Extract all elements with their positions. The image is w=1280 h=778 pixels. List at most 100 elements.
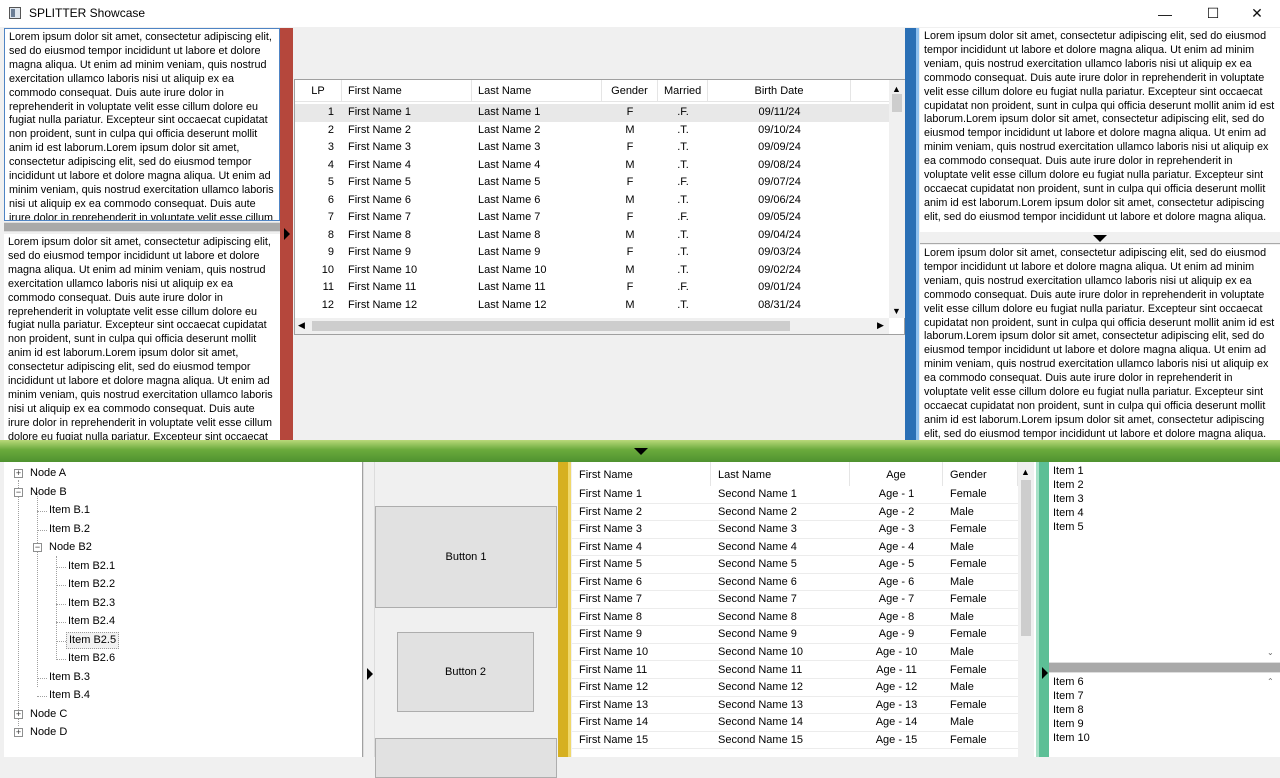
scroll-down-icon[interactable]: ▼ (892, 306, 901, 316)
splitter-yellow-vertical[interactable] (558, 462, 571, 757)
people-grid[interactable]: LP First Name Last Name Gender Married Birth … (294, 79, 905, 335)
table-row[interactable]: First Name 10 Second Name 10 Age - 10 Male (572, 644, 1018, 662)
minimize-button[interactable]: — (1142, 0, 1188, 27)
list-item[interactable]: Item 9 (1053, 718, 1084, 730)
list-item[interactable]: Item 5 (1053, 521, 1084, 533)
list-item[interactable]: Item 2 (1053, 479, 1084, 491)
column-header-first-name[interactable]: First Name (342, 80, 472, 102)
table-row[interactable]: First Name 3 Second Name 3 Age - 3 Female (572, 521, 1018, 539)
tree-node[interactable]: Item B2.1 (66, 558, 117, 575)
button-1[interactable]: Button 1 (375, 506, 557, 608)
splitter-teal-vertical[interactable] (1036, 462, 1049, 757)
scroll-up-icon[interactable]: ▲ (892, 84, 901, 94)
tree-node[interactable]: Item B.3 (47, 669, 92, 686)
tree-node[interactable]: Node B (28, 484, 69, 501)
splitter-blue-vertical[interactable] (905, 28, 919, 440)
list-item[interactable]: Item 8 (1053, 704, 1084, 716)
splitter-left-horizontal[interactable] (4, 222, 280, 232)
tree-node[interactable]: Item B2.3 (66, 595, 117, 612)
table-row[interactable]: 3 First Name 3 Last Name 3 F .T. 09/09/24 (295, 139, 889, 157)
table-row[interactable]: First Name 6 Second Name 6 Age - 6 Male (572, 574, 1018, 592)
table-row[interactable]: 8 First Name 8 Last Name 8 M .T. 09/04/24 (295, 227, 889, 245)
table-row[interactable]: 10 First Name 10 Last Name 10 M .T. 09/02/24 (295, 262, 889, 280)
table-row[interactable]: First Name 8 Second Name 8 Age - 8 Male (572, 609, 1018, 627)
table-row[interactable]: First Name 11 Second Name 11 Age - 11 Femal… (572, 662, 1018, 679)
column-header-birth-date[interactable]: Birth Date (708, 80, 851, 102)
text-pane-right-bottom[interactable]: Lorem ipsum dolor sit amet, consectetur … (920, 245, 1280, 440)
text-pane-left-bottom[interactable]: Lorem ipsum dolor sit amet, consectetur … (4, 234, 280, 440)
scroll-up-icon[interactable]: ⌃ (1267, 677, 1274, 686)
scroll-right-icon[interactable]: ▶ (877, 320, 884, 331)
listbox-bottom[interactable]: ⌃ Item 6 Item 7 Item 8 Item 9 Item 10 (1049, 673, 1280, 757)
list-item[interactable]: Item 7 (1053, 690, 1084, 702)
splitter-list-horizontal[interactable] (1049, 662, 1280, 673)
splitter-right-horizontal[interactable] (920, 232, 1280, 244)
column-header-first-name[interactable]: First Name (572, 462, 711, 486)
text-pane-right-top[interactable]: Lorem ipsum dolor sit amet, consectetur … (920, 28, 1280, 232)
column-header-gender[interactable]: Gender (602, 80, 658, 102)
column-header-last-name[interactable]: Last Name (711, 462, 850, 486)
close-button[interactable]: ✕ (1234, 0, 1280, 27)
tree-node[interactable]: Item B.4 (47, 687, 92, 704)
table-row[interactable]: 9 First Name 9 Last Name 9 F .T. 09/03/24 (295, 244, 889, 262)
table-row[interactable]: First Name 9 Second Name 9 Age - 9 Female (572, 626, 1018, 644)
table-row[interactable]: First Name 13 Second Name 13 Age - 13 Femal… (572, 697, 1018, 715)
listbox-top[interactable]: ⌄ Item 1 Item 2 Item 3 Item 4 Item 5 (1049, 462, 1280, 662)
table-row[interactable]: First Name 12 Second Name 12 Age - 12 Male (572, 679, 1018, 697)
button-3[interactable] (375, 738, 557, 778)
table-row[interactable]: First Name 5 Second Name 5 Age - 5 Female (572, 556, 1018, 574)
table-row[interactable]: 1 First Name 1 Last Name 1 F .F. 09/11/24 (295, 104, 889, 122)
tree-node[interactable]: Item B2.2 (66, 576, 117, 593)
scroll-down-icon[interactable]: ⌄ (1267, 648, 1274, 657)
tree-node[interactable]: Item B2.6 (66, 650, 117, 667)
collapse-icon[interactable]: − (14, 487, 23, 497)
table-row[interactable]: 7 First Name 7 Last Name 7 F .F. 09/05/24 (295, 209, 889, 227)
splitter-tree-vertical[interactable] (363, 462, 375, 757)
scroll-thumb[interactable] (892, 94, 902, 112)
collapse-icon[interactable]: − (33, 543, 42, 552)
scroll-thumb[interactable] (1021, 480, 1031, 636)
splitter-green-horizontal[interactable] (0, 440, 1280, 462)
table-row[interactable]: 11 First Name 11 Last Name 11 F .F. 09/01/24 (295, 279, 889, 297)
maximize-button[interactable]: ☐ (1190, 0, 1236, 27)
ages-grid[interactable]: First Name Last Name Age Gender First Name … (572, 462, 1036, 757)
button-2[interactable]: Button 2 (397, 632, 534, 712)
list-item[interactable]: Item 3 (1053, 493, 1084, 505)
table-row[interactable]: 12 First Name 12 Last Name 12 M .T. 08/31/24 (295, 297, 889, 315)
tree-node[interactable]: Item B2.5 (66, 631, 120, 649)
table-row[interactable]: 5 First Name 5 Last Name 5 F .F. 09/07/24 (295, 174, 889, 192)
list-item[interactable]: Item 1 (1053, 465, 1084, 477)
table-row[interactable]: First Name 4 Second Name 4 Age - 4 Male (572, 539, 1018, 557)
column-header-lp[interactable]: LP (295, 80, 342, 102)
tree-node[interactable]: Item B.1 (47, 502, 92, 519)
people-grid-hscroll[interactable]: ◀ ▶ (295, 318, 889, 334)
list-item[interactable]: Item 4 (1053, 507, 1084, 519)
scroll-left-icon[interactable]: ◀ (298, 320, 305, 331)
scroll-up-icon[interactable]: ▲ (1021, 467, 1030, 477)
people-grid-vscroll[interactable]: ▲ ▼ (889, 80, 905, 318)
column-header-last-name[interactable]: Last Name (472, 80, 602, 102)
column-header-married[interactable]: Married (658, 80, 708, 102)
tree-node[interactable]: Item B2.4 (66, 613, 117, 630)
scroll-thumb[interactable] (312, 321, 790, 331)
tree-view[interactable]: + Node A − Node B Item B.1 Item B.2− Node B2 It… (4, 462, 363, 757)
table-row[interactable]: 4 First Name 4 Last Name 4 M .T. 09/08/24 (295, 157, 889, 175)
table-row[interactable]: First Name 7 Second Name 7 Age - 7 Female (572, 591, 1018, 609)
list-item[interactable]: Item 6 (1053, 676, 1084, 688)
splitter-red-vertical[interactable] (280, 28, 293, 440)
tree-node[interactable]: Node A (28, 465, 68, 482)
text-pane-left-top[interactable]: Lorem ipsum dolor sit amet, consectetur … (4, 28, 280, 221)
column-header-age[interactable]: Age (850, 462, 943, 486)
ages-grid-vscroll[interactable]: ▲ (1018, 462, 1034, 757)
table-row[interactable]: First Name 1 Second Name 1 Age - 1 Female (572, 486, 1018, 504)
table-row[interactable]: First Name 15 Second Name 15 Age - 15 Femal… (572, 732, 1018, 750)
tree-node[interactable]: Item B.2 (47, 521, 92, 538)
tree-node[interactable]: Node C (28, 706, 69, 723)
table-row[interactable]: First Name 14 Second Name 14 Age - 14 Male (572, 714, 1018, 732)
expand-icon[interactable]: + (14, 709, 23, 719)
tree-node[interactable]: Node D (28, 724, 69, 741)
expand-icon[interactable]: + (14, 469, 23, 478)
list-item[interactable]: Item 10 (1053, 732, 1090, 744)
table-row[interactable]: First Name 2 Second Name 2 Age - 2 Male (572, 504, 1018, 522)
table-row[interactable]: 2 First Name 2 Last Name 2 M .T. 09/10/24 (295, 122, 889, 140)
